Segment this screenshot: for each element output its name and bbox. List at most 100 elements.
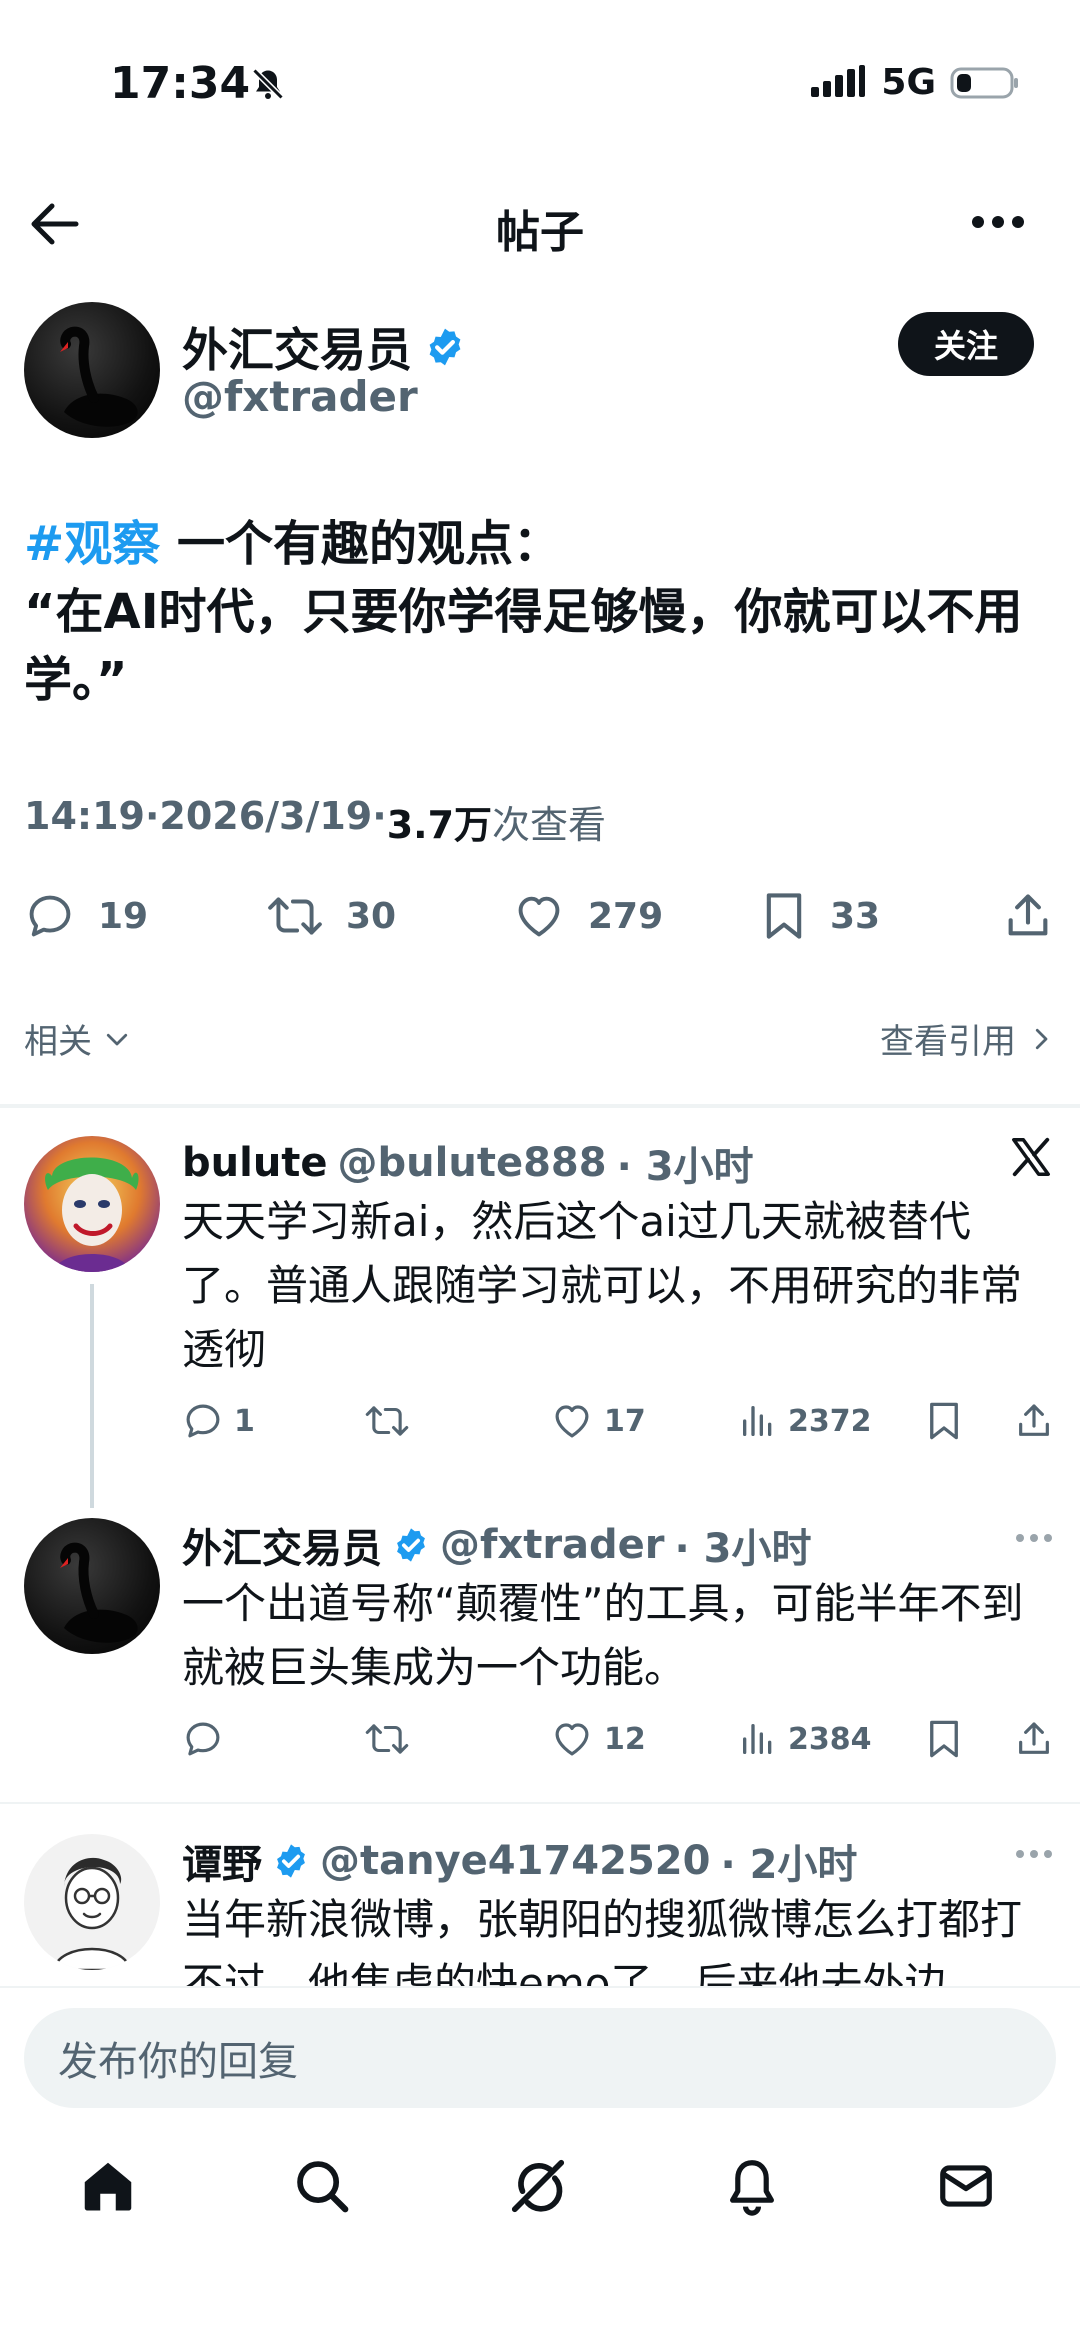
reply-button[interactable]: 19 — [24, 890, 148, 942]
author-avatar[interactable] — [24, 302, 160, 438]
reply-avatar-swan[interactable] — [24, 1518, 160, 1654]
bookmark-icon — [766, 893, 802, 939]
reply-text: 一个出道号称“颠覆性”的工具，可能半年不到就被巨头集成为一个功能。 — [182, 1579, 1024, 1692]
verified-badge-icon — [424, 326, 466, 368]
status-time: 17:34 — [110, 58, 251, 109]
reply-author-name[interactable]: 谭野 — [182, 1832, 262, 1890]
network-label: 5G — [881, 62, 936, 103]
share-icon — [1019, 1404, 1049, 1436]
reply-text: 天天学习新ai，然后这个ai过几天就被替代了。普通人跟随学习就可以，不用研究的非… — [182, 1197, 1023, 1374]
status-right: 5G — [811, 62, 1020, 103]
reply-views-count: 2372 — [788, 1403, 872, 1439]
reply-views-button[interactable]: 2384 — [738, 1718, 872, 1760]
reply-retweet-button[interactable] — [364, 1718, 420, 1760]
reply-text: 当年新浪微博，张朝阳的搜狐微博怎么打都打不过，他焦虑的快emo了，后来他去外边 — [182, 1895, 1023, 1986]
tab-search[interactable] — [286, 2150, 358, 2222]
x-logo-icon — [1008, 1134, 1054, 1180]
view-quotes-label: 查看引用 — [880, 1022, 1016, 1062]
reply-like-count: 17 — [604, 1403, 646, 1439]
view-quotes-link[interactable]: 查看引用 — [880, 1014, 1056, 1063]
post-time: 14:19 — [24, 794, 145, 838]
reply-author-handle[interactable]: @bulute888 — [338, 1140, 607, 1186]
reply-like-count: 12 — [604, 1721, 646, 1757]
reply-retweet-button[interactable] — [364, 1400, 420, 1442]
cartoon-man-image — [52, 1857, 132, 1970]
reply-bookmark-button[interactable] — [926, 1718, 962, 1760]
retweet-icon — [365, 1724, 409, 1754]
reply-like-button[interactable]: 12 — [550, 1718, 646, 1760]
like-button[interactable]: 279 — [512, 890, 663, 942]
reply-reply-count: 1 — [234, 1403, 255, 1439]
reply-icon — [29, 895, 71, 937]
battery-icon — [950, 65, 1020, 101]
reply-reply-button[interactable]: 1 — [182, 1400, 255, 1442]
reply-author-name[interactable]: bulute — [182, 1140, 328, 1186]
reply-like-button[interactable]: 17 — [550, 1400, 646, 1442]
post-meta: 14:19 · 2026/3/19 · 3.7万 次查看 — [24, 794, 606, 849]
reply-icon — [186, 1722, 220, 1756]
bottom-tab-bar — [0, 2150, 1080, 2250]
bookmark-button[interactable]: 33 — [760, 890, 880, 942]
author-name: 外汇交易员 — [182, 323, 412, 377]
reply-icon — [186, 1404, 220, 1438]
author-name-row[interactable]: 外汇交易员 — [182, 314, 466, 380]
related-dropdown[interactable]: 相关 — [24, 1014, 132, 1063]
follow-button[interactable]: 关注 — [898, 312, 1034, 376]
reply-share-button[interactable] — [1014, 1718, 1054, 1760]
retweet-button[interactable]: 30 — [266, 890, 396, 942]
post-date: 2026/3/19 — [159, 794, 373, 838]
hashtag-link[interactable]: #观察 — [24, 516, 160, 572]
reply-composer-input[interactable]: 发布你的回复 — [24, 2008, 1056, 2108]
share-icon — [1019, 1722, 1049, 1754]
meta-separator: · — [144, 794, 160, 838]
signal-icon — [811, 64, 867, 101]
bookmark-icon — [930, 1720, 958, 1758]
reply-avatar-joker[interactable] — [24, 1136, 160, 1272]
tab-grok[interactable] — [502, 2150, 574, 2222]
reply-views-count: 2384 — [788, 1721, 872, 1757]
reply-author-handle[interactable]: @tanye41742520 — [320, 1838, 710, 1884]
post-text: #观察 一个有趣的观点： “在AI时代，只要你学得足够慢，你就可以不用学。” — [24, 510, 1044, 714]
reply-time: · 3小时 — [674, 1526, 812, 1572]
tab-messages[interactable] — [930, 2150, 1002, 2222]
heart-icon — [555, 1405, 589, 1438]
messages-icon — [940, 2165, 992, 2207]
reply-views-button[interactable]: 2372 — [738, 1400, 872, 1442]
reply-divider — [0, 1802, 1080, 1804]
silent-mode-icon — [250, 66, 286, 102]
retweet-icon — [268, 897, 322, 935]
views-label: 次查看 — [492, 803, 607, 847]
reply-header: 外汇交易员 @fxtrader · 3小时 — [182, 1516, 811, 1574]
share-button[interactable] — [1002, 890, 1054, 942]
views-bar-icon — [743, 1406, 772, 1436]
reply-more-button[interactable] — [1014, 1848, 1054, 1860]
reply-composer-placeholder: 发布你的回复 — [58, 2039, 298, 2085]
share-icon — [1008, 894, 1048, 936]
tab-home[interactable] — [72, 2150, 144, 2222]
author-handle: @fxtrader — [182, 372, 418, 421]
joker-image — [45, 1157, 139, 1272]
heart-icon — [518, 896, 560, 937]
reply-bookmark-button[interactable] — [926, 1400, 962, 1442]
reply-count: 19 — [98, 895, 149, 937]
reply-header: bulute @bulute888 · 3小时 — [182, 1134, 754, 1192]
reply-action-row: 12 2384 — [182, 1718, 1054, 1768]
black-swan-image — [60, 326, 138, 427]
reply-avatar-cartoon[interactable] — [24, 1834, 160, 1970]
bookmark-count: 33 — [830, 895, 881, 937]
search-icon — [297, 2161, 349, 2213]
tab-notifications[interactable] — [716, 2150, 788, 2222]
thread-line — [90, 1284, 94, 1508]
post-action-row: 19 30 279 33 — [24, 890, 1056, 954]
reply-author-handle[interactable]: @fxtrader — [440, 1522, 665, 1568]
reply-share-button[interactable] — [1014, 1400, 1054, 1442]
views-count: 3.7万 — [386, 803, 493, 847]
verified-badge-icon — [397, 1528, 425, 1562]
grok-icon — [511, 2159, 565, 2213]
retweet-count: 30 — [346, 895, 397, 937]
more-options-button[interactable] — [970, 214, 1026, 230]
section-divider — [0, 1104, 1080, 1108]
reply-author-name[interactable]: 外汇交易员 — [182, 1516, 382, 1574]
reply-more-button[interactable] — [1014, 1532, 1054, 1544]
reply-reply-button[interactable] — [182, 1718, 234, 1760]
